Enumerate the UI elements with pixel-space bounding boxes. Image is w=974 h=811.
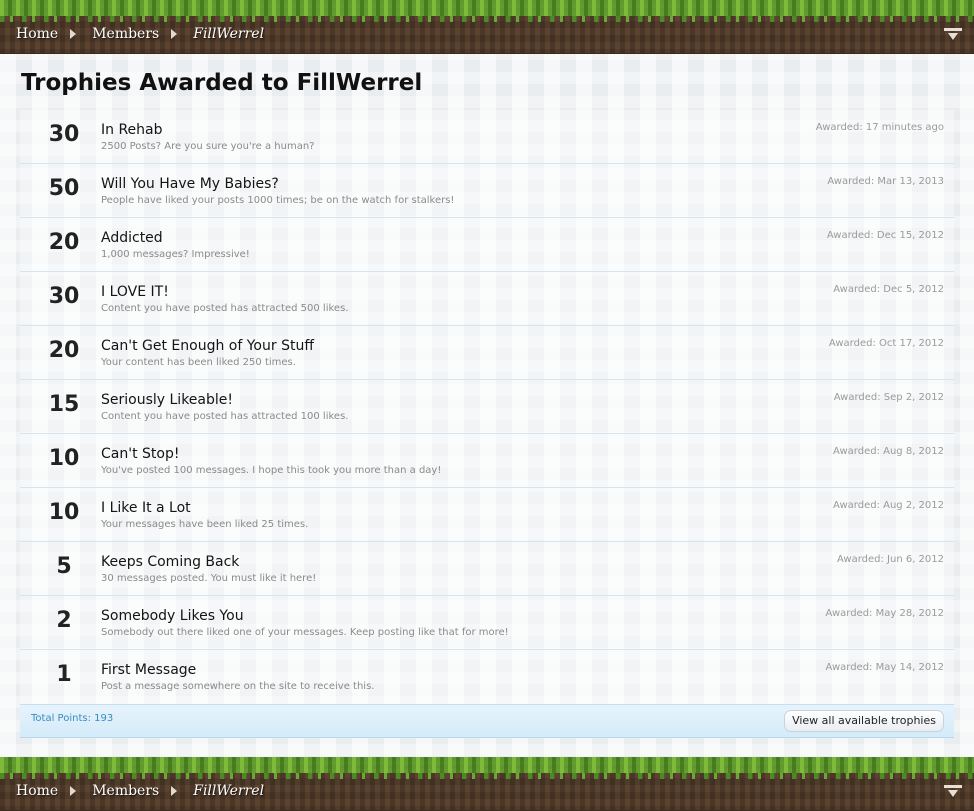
trophy-item: 1 First Message Post a message somewhere… bbox=[20, 650, 954, 704]
trophy-award-date: Awarded: 17 minutes ago bbox=[815, 122, 944, 133]
trophy-description: Somebody out there liked one of your mes… bbox=[101, 627, 509, 638]
view-all-trophies-button[interactable]: View all available trophies bbox=[784, 710, 944, 732]
trophy-footer-bar: Total Points: 193 View all available tro… bbox=[20, 704, 954, 738]
trophy-award-date: Awarded: Jun 6, 2012 bbox=[836, 554, 944, 565]
breadcrumb: Home Members FillWerrel bbox=[16, 26, 264, 42]
trophy-description: You've posted 100 messages. I hope this … bbox=[101, 465, 442, 476]
trophy-points: 10 bbox=[48, 500, 80, 525]
trophy-points: 15 bbox=[48, 392, 80, 417]
trophy-points: 10 bbox=[48, 446, 80, 471]
trophy-title: Can't Get Enough of Your Stuff bbox=[101, 338, 314, 354]
trophy-item: 5 Keeps Coming Back 30 messages posted. … bbox=[20, 542, 954, 596]
breadcrumb-home[interactable]: Home bbox=[16, 783, 58, 799]
trophy-title: Will You Have My Babies? bbox=[101, 176, 279, 192]
trophy-item: 2 Somebody Likes You Somebody out there … bbox=[20, 596, 954, 650]
trophy-points: 30 bbox=[48, 122, 80, 147]
trophy-points: 2 bbox=[56, 608, 72, 633]
trophy-award-date: Awarded: Aug 8, 2012 bbox=[833, 446, 944, 457]
trophy-award-date: Awarded: Sep 2, 2012 bbox=[833, 392, 944, 403]
grass-decoration bbox=[0, 757, 974, 779]
chevron-right-icon bbox=[70, 786, 77, 796]
trophy-description: 30 messages posted. You must like it her… bbox=[101, 573, 317, 584]
trophy-title: Can't Stop! bbox=[101, 446, 180, 462]
trophy-title: Addicted bbox=[101, 230, 163, 246]
breadcrumb: Home Members FillWerrel bbox=[16, 783, 264, 799]
trophy-description: 1,000 messages? Impressive! bbox=[101, 249, 250, 260]
trophy-description: 2500 Posts? Are you sure you're a human? bbox=[101, 141, 315, 152]
trophy-list: 30 In Rehab 2500 Posts? Are you sure you… bbox=[20, 110, 954, 704]
chevron-right-icon bbox=[171, 29, 178, 39]
chevron-right-icon bbox=[70, 29, 77, 39]
trophy-item: 15 Seriously Likeable! Content you have … bbox=[20, 380, 954, 434]
trophy-award-date: Awarded: Mar 13, 2013 bbox=[827, 176, 944, 187]
trophy-description: Content you have posted has attracted 10… bbox=[101, 411, 349, 422]
trophy-item: 20 Addicted 1,000 messages? Impressive! … bbox=[20, 218, 954, 272]
trophy-item: 10 Can't Stop! You've posted 100 message… bbox=[20, 434, 954, 488]
top-navigation-bar: Home Members FillWerrel bbox=[0, 0, 974, 54]
bottom-navigation-bar: Home Members FillWerrel bbox=[0, 757, 974, 811]
trophy-item: 30 In Rehab 2500 Posts? Are you sure you… bbox=[20, 110, 954, 164]
trophy-title: I LOVE IT! bbox=[101, 284, 169, 300]
trophy-title: In Rehab bbox=[101, 122, 163, 138]
trophy-title: Keeps Coming Back bbox=[101, 554, 240, 570]
trophy-description: Post a message somewhere on the site to … bbox=[101, 681, 375, 692]
trophy-title: Somebody Likes You bbox=[101, 608, 244, 624]
trophy-description: Your content has been liked 250 times. bbox=[101, 357, 296, 368]
trophy-description: Content you have posted has attracted 50… bbox=[101, 303, 349, 314]
trophy-award-date: Awarded: May 14, 2012 bbox=[825, 662, 944, 673]
trophy-description: Your messages have been liked 25 times. bbox=[101, 519, 309, 530]
jump-to-page-icon[interactable] bbox=[944, 28, 962, 42]
trophy-points: 5 bbox=[56, 554, 72, 579]
breadcrumb-members[interactable]: Members bbox=[92, 783, 159, 799]
grass-decoration bbox=[0, 0, 974, 22]
trophy-award-date: Awarded: May 28, 2012 bbox=[825, 608, 944, 619]
trophy-points: 30 bbox=[48, 284, 80, 309]
trophy-item: 10 I Like It a Lot Your messages have be… bbox=[20, 488, 954, 542]
trophy-title: Seriously Likeable! bbox=[101, 392, 233, 408]
trophy-points: 20 bbox=[48, 230, 80, 255]
page-title: Trophies Awarded to FillWerrel bbox=[21, 70, 423, 96]
trophy-points: 1 bbox=[56, 662, 72, 687]
trophy-title: I Like It a Lot bbox=[101, 500, 191, 516]
trophy-points: 20 bbox=[48, 338, 80, 363]
trophy-award-date: Awarded: Aug 2, 2012 bbox=[833, 500, 944, 511]
breadcrumb-current[interactable]: FillWerrel bbox=[193, 783, 264, 799]
trophy-award-date: Awarded: Dec 5, 2012 bbox=[833, 284, 944, 295]
chevron-right-icon bbox=[171, 786, 178, 796]
breadcrumb-current[interactable]: FillWerrel bbox=[193, 26, 264, 42]
jump-to-page-icon[interactable] bbox=[944, 785, 962, 799]
breadcrumb-members[interactable]: Members bbox=[92, 26, 159, 42]
trophy-title: First Message bbox=[101, 662, 197, 678]
trophy-description: People have liked your posts 1000 times;… bbox=[101, 195, 455, 206]
trophy-item: 30 I LOVE IT! Content you have posted ha… bbox=[20, 272, 954, 326]
trophy-points: 50 bbox=[48, 176, 80, 201]
trophy-item: 20 Can't Get Enough of Your Stuff Your c… bbox=[20, 326, 954, 380]
trophy-item: 50 Will You Have My Babies? People have … bbox=[20, 164, 954, 218]
trophy-award-date: Awarded: Dec 15, 2012 bbox=[826, 230, 944, 241]
trophy-award-date: Awarded: Oct 17, 2012 bbox=[828, 338, 944, 349]
breadcrumb-home[interactable]: Home bbox=[16, 26, 58, 42]
total-points: Total Points: 193 bbox=[31, 713, 114, 724]
